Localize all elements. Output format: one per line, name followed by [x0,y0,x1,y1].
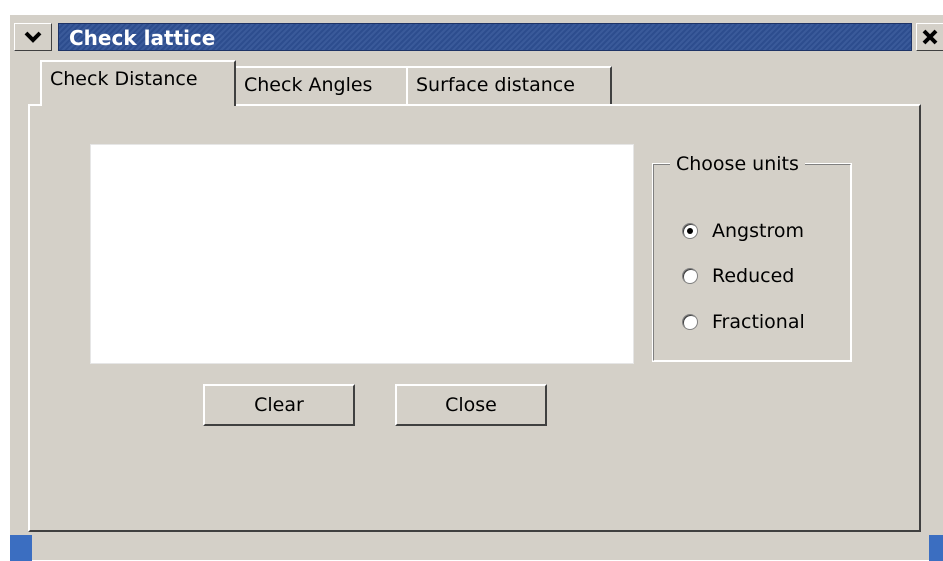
close-button[interactable]: Close [395,384,547,426]
close-icon [922,29,938,45]
tab-surface-distance[interactable]: Surface distance [406,66,612,104]
window-title: Check lattice [58,23,912,51]
window-close-button[interactable] [916,23,943,51]
radio-label-angstrom: Angstrom [712,220,804,242]
radio-label-fractional: Fractional [712,311,805,333]
window-frame-right-edge [929,535,943,561]
radio-angstrom[interactable]: Angstrom [682,218,804,244]
radio-button-angstrom[interactable] [682,223,698,239]
title-bar: Check lattice [10,15,943,55]
tab-check-angles[interactable]: Check Angles [234,66,408,104]
radio-reduced[interactable]: Reduced [682,263,794,289]
radio-button-fractional[interactable] [682,314,698,330]
units-group-legend: Choose units [670,151,805,177]
tab-check-distance[interactable]: Check Distance [40,60,236,106]
distance-output-area[interactable] [90,144,634,364]
radio-fractional[interactable]: Fractional [682,309,805,335]
chevron-down-icon [24,31,42,43]
radio-button-reduced[interactable] [682,268,698,284]
radio-label-reduced: Reduced [712,265,795,287]
units-group: Choose units Angstrom Reduced Fractional [652,151,852,362]
clear-button[interactable]: Clear [203,384,355,426]
window-menu-button[interactable] [14,23,52,51]
window-frame-left-edge [10,535,32,561]
